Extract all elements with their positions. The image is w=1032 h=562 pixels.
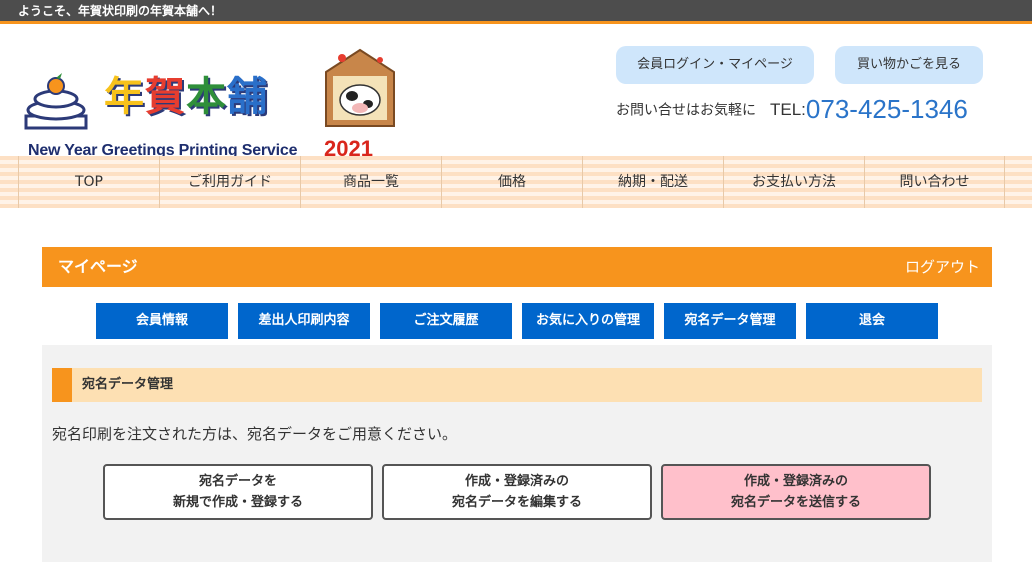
logo-char-2: 賀: [145, 74, 186, 120]
edit-address-data-button[interactable]: 作成・登録済みの 宛名データを編集する: [382, 464, 652, 520]
nav-item-top[interactable]: TOP: [18, 156, 159, 208]
nav-item-price[interactable]: 価格: [441, 156, 582, 208]
tab-withdraw[interactable]: 退会: [806, 303, 938, 339]
send-address-data-button[interactable]: 作成・登録済みの 宛名データを送信する: [661, 464, 931, 520]
button-line-1: 作成・登録済みの: [464, 474, 569, 489]
contact-text: お問い合せはお気軽に: [616, 102, 756, 119]
nav-item-payment[interactable]: お支払い方法: [723, 156, 864, 208]
tab-favorites[interactable]: お気に入りの管理: [522, 303, 654, 339]
ox-ema-icon: [325, 48, 395, 127]
logo-char-4: 舗: [227, 74, 268, 120]
tab-sender-print[interactable]: 差出人印刷内容: [238, 303, 370, 339]
tab-member-info[interactable]: 会員情報: [96, 303, 228, 339]
main-nav: TOP ご利用ガイド 商品一覧 価格 納期・配送 お支払い方法 問い合わせ: [0, 156, 1032, 208]
logo-char-3: 本: [186, 74, 227, 120]
button-line-1: 作成・登録済みの: [743, 474, 848, 489]
logo-char-1: 年: [104, 74, 145, 120]
welcome-text: ようこそ、年賀状印刷の年賀本舗へ！: [18, 4, 223, 18]
button-line-2: 宛名データを編集する: [451, 495, 582, 510]
tel-number[interactable]: 073-425-1346: [806, 94, 968, 124]
view-cart-button[interactable]: 買い物かごを見る: [835, 46, 983, 84]
logout-link[interactable]: ログアウト: [905, 247, 980, 287]
nav-item-delivery[interactable]: 納期・配送: [582, 156, 723, 208]
member-login-button[interactable]: 会員ログイン・マイページ: [616, 46, 814, 84]
kagami-mochi-icon: [24, 73, 88, 130]
mypage-title: マイページ: [58, 257, 138, 276]
section-title: 宛名データ管理: [52, 368, 982, 402]
nav-item-contact[interactable]: 問い合わせ: [864, 156, 1005, 208]
welcome-bar: ようこそ、年賀状印刷の年賀本舗へ！: [0, 0, 1032, 24]
site-header: 年賀本舗 New Year Greetings Printing Service…: [0, 24, 1032, 161]
contact-info: お問い合せはお気軽に TEL:073-425-1346: [616, 94, 968, 125]
tel-label: TEL:: [770, 99, 806, 119]
mypage-header: マイページ ログアウト: [42, 247, 992, 287]
button-line-1: 宛名データを: [198, 474, 277, 489]
create-address-data-button[interactable]: 宛名データを 新規で作成・登録する: [103, 464, 373, 520]
button-line-2: 新規で作成・登録する: [172, 495, 303, 510]
nav-item-products[interactable]: 商品一覧: [300, 156, 441, 208]
tab-order-history[interactable]: ご注文履歴: [380, 303, 512, 339]
button-line-2: 宛名データを送信する: [730, 495, 861, 510]
tab-address-data[interactable]: 宛名データ管理: [664, 303, 796, 339]
logo-title: 年賀本舗: [104, 72, 268, 122]
mypage-tabs: 会員情報 差出人印刷内容 ご注文履歴 お気に入りの管理 宛名データ管理 退会: [96, 303, 938, 339]
section-description: 宛名印刷を注文された方は、宛名データをご用意ください。: [52, 425, 458, 443]
site-logo[interactable]: 年賀本舗 New Year Greetings Printing Service…: [22, 46, 422, 162]
address-data-panel: 宛名データ管理 宛名印刷を注文された方は、宛名データをご用意ください。 宛名デー…: [42, 345, 992, 562]
nav-item-guide[interactable]: ご利用ガイド: [159, 156, 300, 208]
